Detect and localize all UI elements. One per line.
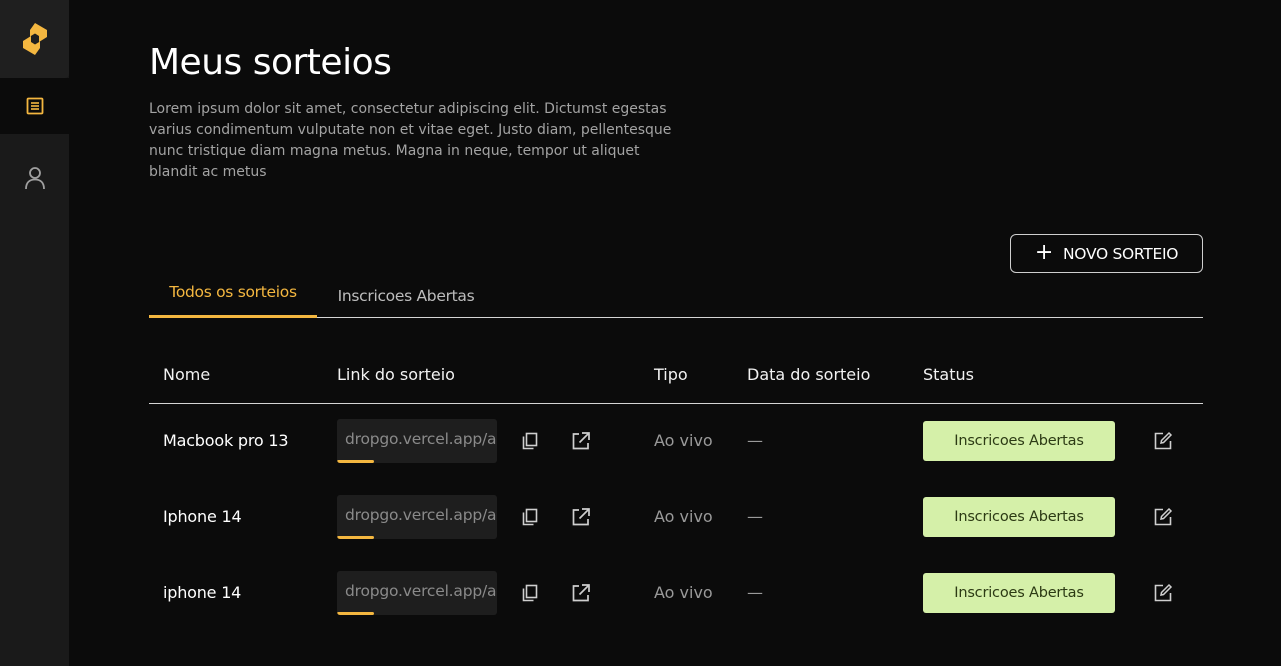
edit-icon[interactable] — [1153, 583, 1173, 603]
copy-icon[interactable] — [520, 583, 540, 603]
sidebar-logo[interactable] — [0, 0, 69, 78]
tab-inscricoes-abertas[interactable]: Inscricoes Abertas — [317, 272, 495, 318]
copy-icon[interactable] — [520, 431, 540, 451]
logo-icon — [21, 22, 49, 56]
row-tipo: Ao vivo — [654, 507, 713, 526]
row-name: Iphone 14 — [163, 507, 242, 526]
row-name: iphone 14 — [163, 583, 242, 602]
row-data: — — [747, 431, 763, 450]
tab-todos-os-sorteios[interactable]: Todos os sorteios — [149, 272, 317, 318]
header-tipo: Tipo — [654, 365, 688, 384]
status-badge: Inscricoes Abertas — [923, 497, 1115, 537]
link-text: dropgo.vercel.app/a — [345, 430, 497, 448]
table-row: Iphone 14 dropgo.vercel.app/a Ao vivo — … — [149, 479, 1203, 555]
link-field[interactable]: dropgo.vercel.app/a — [337, 419, 497, 463]
tabs: Todos os sorteios Inscricoes Abertas — [149, 272, 1203, 318]
user-icon — [24, 166, 46, 190]
status-badge: Inscricoes Abertas — [923, 573, 1115, 613]
status-badge: Inscricoes Abertas — [923, 421, 1115, 461]
row-data: — — [747, 583, 763, 602]
header-data: Data do sorteio — [747, 365, 871, 384]
edit-icon[interactable] — [1153, 507, 1173, 527]
row-tipo: Ao vivo — [654, 583, 713, 602]
page-title: Meus sorteios — [149, 42, 392, 83]
new-sorteio-label: NOVO SORTEIO — [1063, 244, 1179, 263]
link-field[interactable]: dropgo.vercel.app/a — [337, 571, 497, 615]
external-link-icon[interactable] — [570, 582, 592, 604]
header-link: Link do sorteio — [337, 365, 455, 384]
link-progress-bar — [337, 536, 374, 539]
sidebar-item-profile[interactable] — [0, 150, 69, 206]
copy-icon[interactable] — [520, 507, 540, 527]
link-text: dropgo.vercel.app/a — [345, 582, 497, 600]
header-status: Status — [923, 365, 974, 384]
row-name: Macbook pro 13 — [163, 431, 289, 450]
link-text: dropgo.vercel.app/a — [345, 506, 497, 524]
table-header: Nome Link do sorteio Tipo Data do sortei… — [149, 346, 1203, 404]
external-link-icon[interactable] — [570, 430, 592, 452]
page-description: Lorem ipsum dolor sit amet, consectetur … — [149, 101, 672, 180]
row-data: — — [747, 507, 763, 526]
table-row: Macbook pro 13 dropgo.vercel.app/a Ao vi… — [149, 403, 1203, 479]
link-field[interactable]: dropgo.vercel.app/a — [337, 495, 497, 539]
link-progress-bar — [337, 460, 374, 463]
row-tipo: Ao vivo — [654, 431, 713, 450]
external-link-icon[interactable] — [570, 506, 592, 528]
new-sorteio-button[interactable]: + NOVO SORTEIO — [1010, 234, 1203, 273]
table-row: iphone 14 dropgo.vercel.app/a Ao vivo — … — [149, 555, 1203, 631]
document-list-icon — [25, 96, 45, 116]
plus-icon: + — [1034, 239, 1054, 265]
header-nome: Nome — [163, 365, 211, 384]
edit-icon[interactable] — [1153, 431, 1173, 451]
sidebar — [0, 0, 69, 666]
link-progress-bar — [337, 612, 374, 615]
sidebar-item-sorteios[interactable] — [0, 78, 69, 134]
